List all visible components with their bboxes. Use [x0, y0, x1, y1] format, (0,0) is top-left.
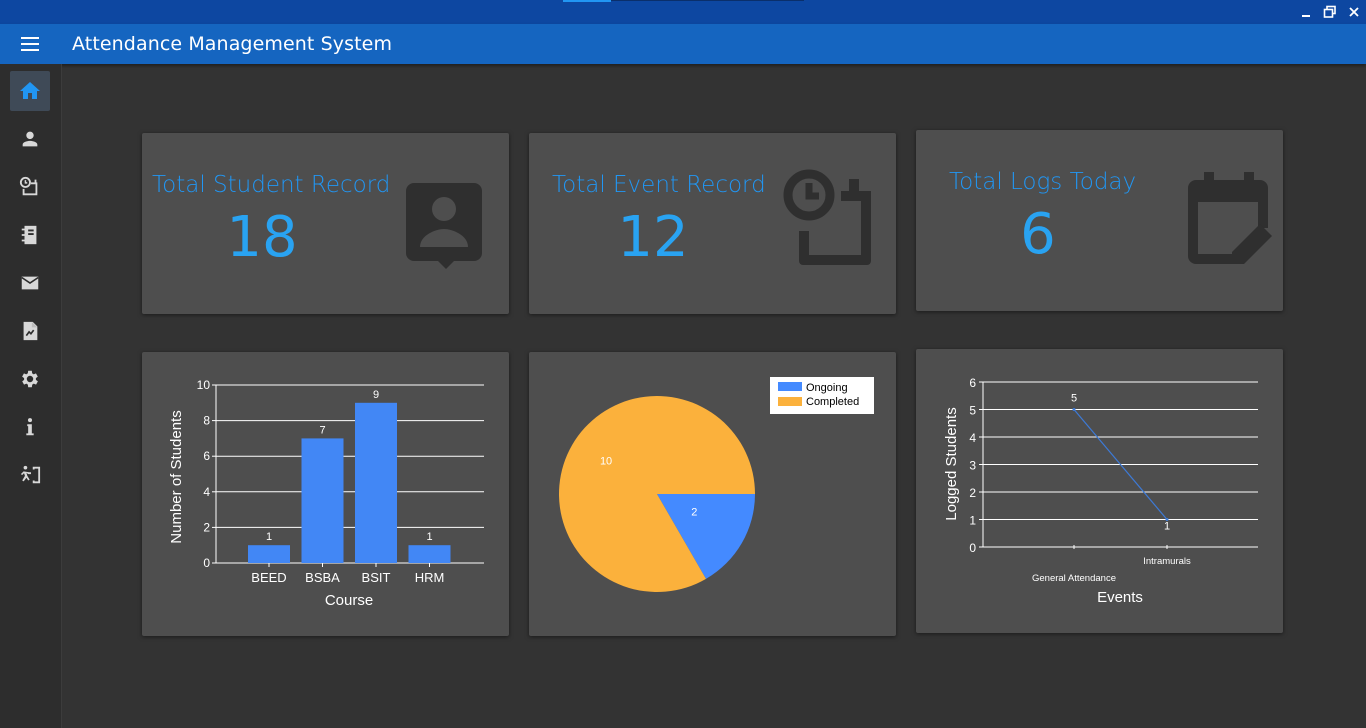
person-icon — [22, 131, 38, 147]
line-y-tick-label: 0 — [969, 541, 976, 555]
bar-y-tick-label: 6 — [203, 449, 210, 463]
stat-label: Total Event Record — [552, 172, 766, 198]
contact-card-icon — [406, 183, 482, 269]
info-icon — [26, 418, 34, 436]
window-titlebar — [0, 0, 1366, 24]
restore-icon[interactable] — [1319, 3, 1341, 21]
chart-card-events-status: 2 10 Ongoing Completed — [529, 352, 896, 636]
bar-y-tick-label: 0 — [203, 556, 210, 570]
bar-beed — [248, 545, 290, 563]
line-y-tick-label: 1 — [969, 514, 976, 528]
line-y-tick-label: 4 — [969, 431, 976, 445]
report-file-icon — [23, 321, 38, 341]
mail-icon — [21, 276, 39, 290]
bar-chart: 0 2 4 6 8 10 1 BEED 7 BSBA 9 BSIT 1 HRM Course Numbe… — [168, 378, 484, 609]
logout-exit-icon — [20, 465, 41, 484]
bar-y-tick-label: 8 — [203, 414, 210, 428]
stat-label: Total Student Record — [152, 172, 391, 198]
chart-card-logs: 0123456 5 General Attendance 1 Intramurals … — [916, 349, 1283, 633]
pie-value-label: 10 — [600, 456, 612, 468]
calendar-edit-icon — [1188, 172, 1272, 264]
line-x-tick-label: Intramurals — [1143, 556, 1191, 567]
stat-label: Total Logs Today — [949, 169, 1137, 195]
stat-value: 12 — [617, 205, 689, 270]
line-value-label: 1 — [1164, 521, 1170, 533]
bar-x-tick-label: BSIT — [362, 570, 391, 585]
line-x-axis-title: Events — [1097, 589, 1143, 606]
bar-bsit — [355, 402, 397, 563]
close-icon[interactable] — [1343, 3, 1365, 21]
sidebar-item-events[interactable] — [10, 167, 50, 207]
bar-hrm — [408, 545, 451, 563]
pie-value-label: 2 — [691, 507, 697, 519]
line-y-tick-label: 6 — [969, 376, 976, 390]
bar-x-tick-label: BEED — [251, 570, 286, 585]
hamburger-menu-icon[interactable] — [14, 32, 46, 56]
stat-value: 18 — [226, 205, 298, 270]
line-y-axis-title: Logged Students — [943, 407, 960, 520]
sidebar-item-reports[interactable] — [10, 311, 50, 351]
bar-x-axis-title: Course — [325, 592, 373, 609]
bar-x-tick-label: BSBA — [305, 570, 340, 585]
sidebar-item-students[interactable] — [10, 119, 50, 159]
bar-x-tick-label: HRM — [415, 570, 445, 585]
legend-swatch-completed — [778, 397, 802, 406]
bar-y-tick-label: 10 — [197, 378, 211, 392]
bar-value-label: 1 — [266, 531, 272, 543]
pie-chart: 2 10 Ongoing Completed — [559, 377, 874, 592]
line-chart: 0123456 5General Attendance1Intramurals … — [943, 376, 1258, 606]
legend-label-completed: Completed — [806, 396, 859, 408]
bar-value-label: 1 — [426, 531, 432, 543]
notebook-icon — [21, 225, 37, 245]
sidebar-item-records[interactable] — [10, 215, 50, 255]
app-title: Attendance Management System — [72, 33, 393, 55]
bar-y-axis-title: Number of Students — [168, 410, 185, 543]
bar-value-label: 7 — [319, 424, 325, 436]
sidebar-item-logout[interactable] — [10, 455, 50, 495]
sidebar-item-home[interactable] — [10, 71, 50, 111]
bar-y-tick-label: 2 — [203, 520, 210, 534]
event-clock-icon — [19, 176, 38, 196]
titlebar-accent-line — [611, 0, 804, 1]
bar-y-tick-label: 4 — [203, 485, 210, 499]
titlebar-accent — [563, 0, 611, 2]
sidebar-item-settings[interactable] — [10, 359, 50, 399]
bar-value-label: 9 — [373, 389, 379, 401]
stat-value: 6 — [1020, 202, 1056, 267]
settings-gear-icon — [22, 370, 38, 388]
bar-bsba — [301, 438, 344, 563]
sidebar-item-messages[interactable] — [10, 263, 50, 303]
minimize-icon[interactable] — [1295, 3, 1317, 21]
stat-card-logs: Total Logs Today 6 — [916, 130, 1283, 311]
chart-card-courses: 0 2 4 6 8 10 1 BEED 7 BSBA 9 BSIT 1 HRM Course Numbe… — [142, 352, 509, 636]
stat-card-students: Total Student Record 18 — [142, 133, 509, 314]
legend-swatch-ongoing — [778, 382, 802, 391]
clock-calendar-icon — [783, 169, 871, 265]
sidebar — [0, 64, 62, 728]
app-bar: Attendance Management System — [0, 24, 1366, 64]
home-icon — [20, 82, 40, 99]
line-x-tick-label: General Attendance — [1032, 573, 1116, 584]
legend-label-ongoing: Ongoing — [806, 382, 848, 394]
stat-card-events: Total Event Record 12 — [529, 133, 896, 314]
line-point — [1072, 408, 1076, 411]
line-y-tick-label: 3 — [969, 459, 976, 473]
sidebar-item-about[interactable] — [10, 407, 50, 447]
line-y-tick-label: 2 — [969, 486, 976, 500]
line-value-label: 5 — [1071, 393, 1077, 405]
line-y-tick-label: 5 — [969, 404, 976, 418]
